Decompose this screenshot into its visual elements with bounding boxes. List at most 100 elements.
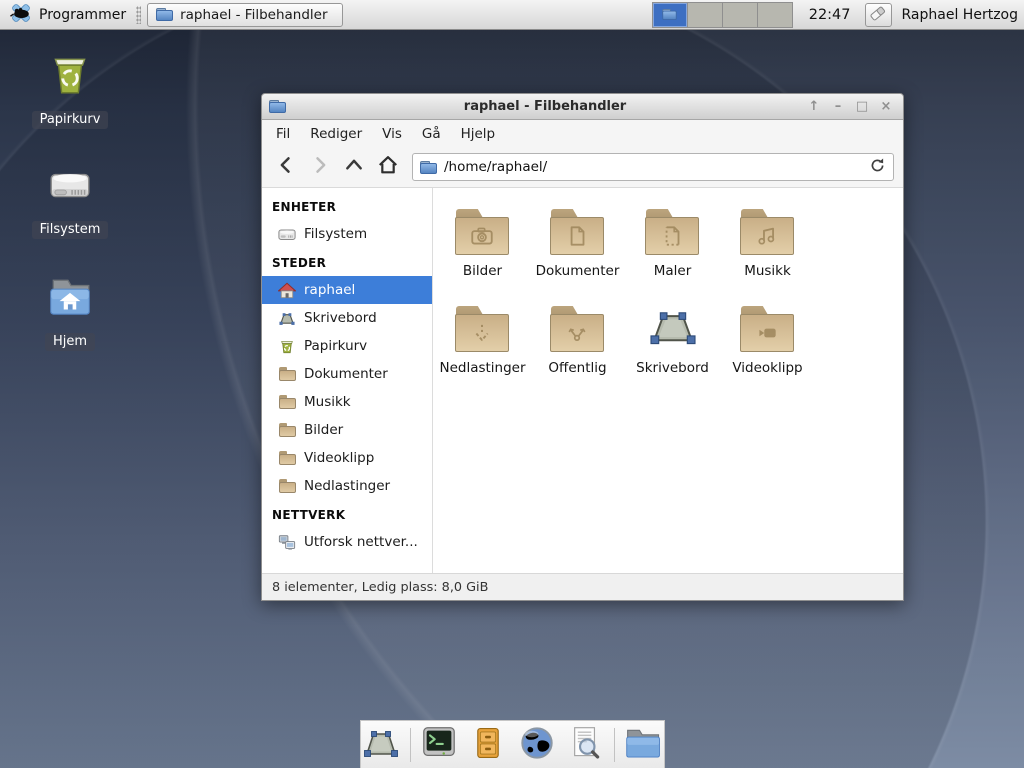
menu-fil[interactable]: Fil <box>266 122 300 146</box>
dock-document-search[interactable] <box>565 725 605 765</box>
sidebar-item-label: Nedlastinger <box>304 478 390 494</box>
home-button[interactable] <box>373 152 403 182</box>
camera-emblem <box>468 223 496 249</box>
user-name: Raphael Hertzog <box>902 7 1018 23</box>
folder-icon <box>278 449 296 467</box>
folder-icon <box>740 209 796 255</box>
desktop-icon-label: Filsystem <box>32 221 109 239</box>
taskbar-window-button[interactable]: raphael - Filbehandler <box>147 3 343 27</box>
file-maler[interactable]: Maler <box>625 198 720 295</box>
network-icon <box>278 533 296 551</box>
sidebar-item-bilder[interactable]: Bilder <box>262 416 432 444</box>
file-musikk[interactable]: Musikk <box>720 198 815 295</box>
top-panel: Programmer raphael - Filbehandler 22:47 <box>0 0 1024 30</box>
shade-icon[interactable]: ↑ <box>804 98 824 116</box>
reload-icon[interactable] <box>869 157 886 178</box>
sidebar-item-network[interactable]: Utforsk nettver... <box>262 528 432 556</box>
folder-icon <box>420 161 437 174</box>
sidebar-item-label: Videoklipp <box>304 450 374 466</box>
sidebar-item-nedlastinger[interactable]: Nedlastinger <box>262 472 432 500</box>
desktop-icon <box>278 309 296 327</box>
sidebar-item-skrivebord[interactable]: Skrivebord <box>262 304 432 332</box>
folder-icon <box>624 726 664 764</box>
eraser-icon <box>868 3 888 27</box>
folder-icon <box>278 477 296 495</box>
desktop-icon-hjem[interactable]: Hjem <box>24 272 116 351</box>
sidebar-header-places: STEDER <box>262 248 432 276</box>
home-icon <box>377 154 399 180</box>
sidebar-item-videoklipp[interactable]: Videoklipp <box>262 444 432 472</box>
taskbar-window-label: raphael - Filbehandler <box>180 7 327 23</box>
home-icon <box>278 281 296 299</box>
sidebar-item-dokumenter[interactable]: Dokumenter <box>262 360 432 388</box>
sidebar-item-papirkurv[interactable]: Papirkurv <box>262 332 432 360</box>
menu-hjelp[interactable]: Hjelp <box>451 122 506 146</box>
dock-web-browser[interactable] <box>517 725 557 765</box>
drive-icon <box>278 225 296 243</box>
up-icon <box>344 155 364 179</box>
desktop-icon <box>646 304 700 352</box>
menu-gaa[interactable]: Gå <box>412 122 451 146</box>
path-bar[interactable]: /home/raphael/ <box>412 153 894 181</box>
menu-vis[interactable]: Vis <box>372 122 412 146</box>
sidebar-item-filsystem[interactable]: Filsystem <box>262 220 432 248</box>
statusbar: 8 ielementer, Ledig plass: 8,0 GiB <box>262 573 903 600</box>
file-offentlig[interactable]: Offentlig <box>530 295 625 392</box>
workspace-2[interactable] <box>687 2 723 28</box>
dock-file-cabinet[interactable] <box>468 725 508 765</box>
sidebar-item-label: Skrivebord <box>304 310 377 326</box>
toolbar: /home/raphael/ <box>262 147 903 188</box>
titlebar[interactable]: raphael - Filbehandler ↑ – □ × <box>262 94 903 120</box>
desktop-icon-filsystem[interactable]: Filsystem <box>24 160 116 239</box>
terminal-icon <box>420 724 458 766</box>
session-action-button[interactable] <box>865 3 892 27</box>
dock-terminal[interactable] <box>420 725 460 765</box>
trash-icon <box>45 50 95 104</box>
workspace-pager <box>653 2 793 28</box>
sidebar-item-label: Utforsk nettver... <box>304 534 418 550</box>
window-body: ENHETER Filsystem STEDER raphael <box>262 188 903 573</box>
sidebar-item-label: Dokumenter <box>304 366 388 382</box>
workspace-1[interactable] <box>652 2 688 28</box>
close-icon[interactable]: × <box>876 98 896 116</box>
workspace-4[interactable] <box>757 2 793 28</box>
file-skrivebord[interactable]: Skrivebord <box>625 295 720 392</box>
file-label: Dokumenter <box>536 263 620 279</box>
folder-icon <box>550 209 606 255</box>
applications-menu-label: Programmer <box>39 7 126 23</box>
file-videoklipp[interactable]: Videoklipp <box>720 295 815 392</box>
folder-icon <box>278 393 296 411</box>
dock-folder[interactable] <box>624 725 664 765</box>
document-emblem <box>563 223 591 249</box>
sidebar: ENHETER Filsystem STEDER raphael <box>262 188 433 573</box>
file-nedlastinger[interactable]: Nedlastinger <box>435 295 530 392</box>
folder-icon <box>550 306 606 352</box>
up-button[interactable] <box>339 152 369 182</box>
desktop-icon-papirkurv[interactable]: Papirkurv <box>24 50 116 129</box>
minimize-icon[interactable]: – <box>828 98 848 116</box>
sidebar-header-network: NETTVERK <box>262 500 432 528</box>
path-text[interactable]: /home/raphael/ <box>444 159 862 175</box>
template-emblem <box>658 223 686 249</box>
trash-icon <box>278 337 296 355</box>
desktop-icon-label: Papirkurv <box>32 111 109 129</box>
applications-menu[interactable]: Programmer <box>6 0 130 30</box>
maximize-icon[interactable]: □ <box>852 98 872 116</box>
desktop: Programmer raphael - Filbehandler 22:47 <box>0 0 1024 768</box>
workspace-3[interactable] <box>722 2 758 28</box>
music-emblem <box>753 223 781 249</box>
sidebar-header-devices: ENHETER <box>262 192 432 220</box>
menu-rediger[interactable]: Rediger <box>300 122 372 146</box>
folder-icon <box>645 209 701 255</box>
back-button[interactable] <box>271 152 301 182</box>
sidebar-item-raphael[interactable]: raphael <box>262 276 432 304</box>
dock-show-desktop[interactable] <box>361 725 401 765</box>
sidebar-item-label: Papirkurv <box>304 338 367 354</box>
forward-button[interactable] <box>305 152 335 182</box>
file-bilder[interactable]: Bilder <box>435 198 530 295</box>
sidebar-item-label: Bilder <box>304 422 343 438</box>
sidebar-item-musikk[interactable]: Musikk <box>262 388 432 416</box>
file-dokumenter[interactable]: Dokumenter <box>530 198 625 295</box>
folder-icon <box>455 209 511 255</box>
document-search-icon <box>567 724 603 766</box>
